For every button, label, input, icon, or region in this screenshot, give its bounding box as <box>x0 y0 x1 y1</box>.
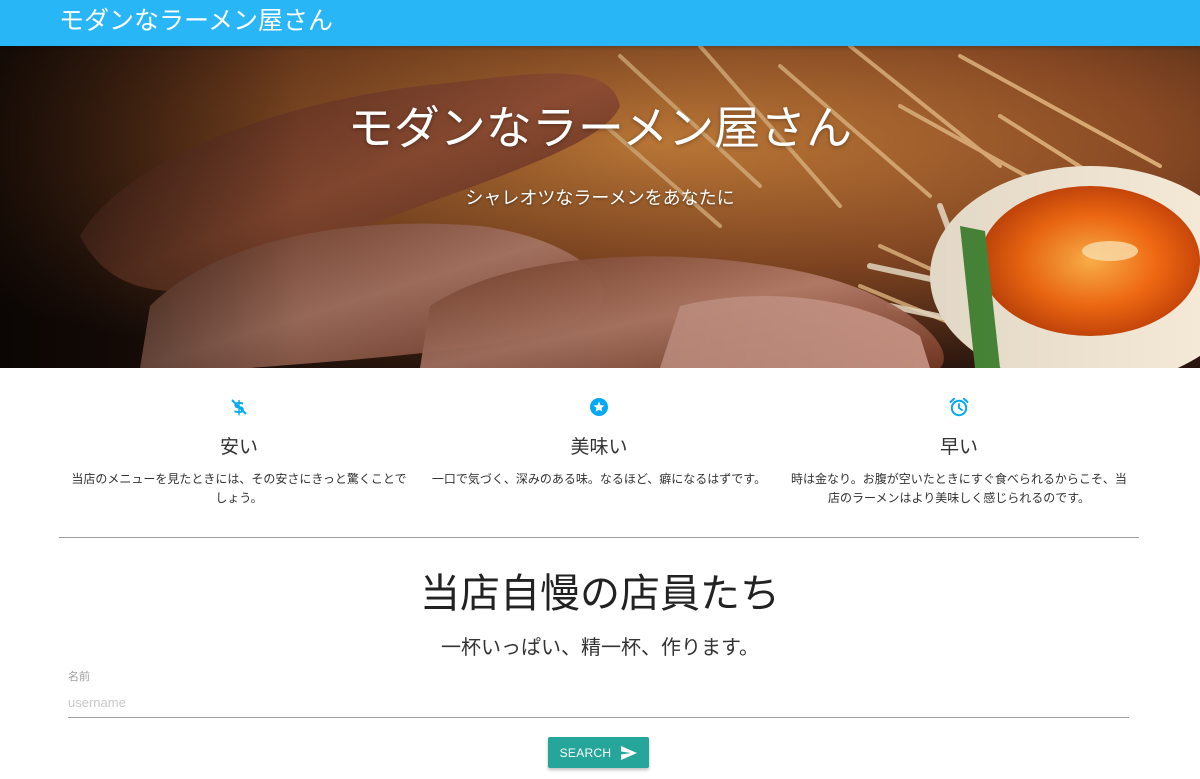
navbar: モダンなラーメン屋さん <box>0 0 1200 46</box>
name-field-label: 名前 <box>68 670 90 683</box>
username-input[interactable] <box>68 688 1129 718</box>
feature-cheap: $ 安い 当店のメニューを見たときには、その安さにきっと驚くことでしょう。 <box>69 396 409 508</box>
staff-section-subtitle: 一杯いっぱい、精一杯、作ります。 <box>441 635 759 659</box>
feature-tasty: 美味い 一口で気づく、深みのある味。なるほど、癖になるはずです。 <box>429 396 769 489</box>
alarm-clock-icon <box>949 397 969 417</box>
staff-section-title: 当店自慢の店員たち <box>420 571 780 617</box>
section-divider <box>59 537 1139 538</box>
brand-logo[interactable]: モダンなラーメン屋さん <box>59 4 333 38</box>
feature-text: 一口で気づく、深みのある味。なるほど、癖になるはずです。 <box>431 472 767 486</box>
search-button[interactable]: SEARCH <box>548 737 649 768</box>
feature-fast: 早い 時は金なり。お腹が空いたときにすぐ食べられるからこそ、当店のラーメンはより… <box>789 396 1129 508</box>
send-icon <box>621 745 638 760</box>
hero-banner: モダンなラーメン屋さん シャレオツなラーメンをあなたに <box>0 46 1200 368</box>
feature-title: 安い <box>219 436 258 458</box>
feature-title: 早い <box>939 436 978 458</box>
hero-title: モダンなラーメン屋さん <box>347 101 853 155</box>
feature-title: 美味い <box>570 436 628 458</box>
star-circle-icon <box>590 398 608 416</box>
feature-text: 時は金なり。お腹が空いたときにすぐ食べられるからこそ、当店のラーメンはより美味し… <box>791 472 1127 505</box>
search-button-label: SEARCH <box>559 745 612 760</box>
dollar-off-icon: $ <box>231 398 247 418</box>
feature-text: 当店のメニューを見たときには、その安さにきっと驚くことでしょう。 <box>71 472 407 505</box>
hero-subtitle: シャレオツなラーメンをあなたに <box>465 188 735 209</box>
